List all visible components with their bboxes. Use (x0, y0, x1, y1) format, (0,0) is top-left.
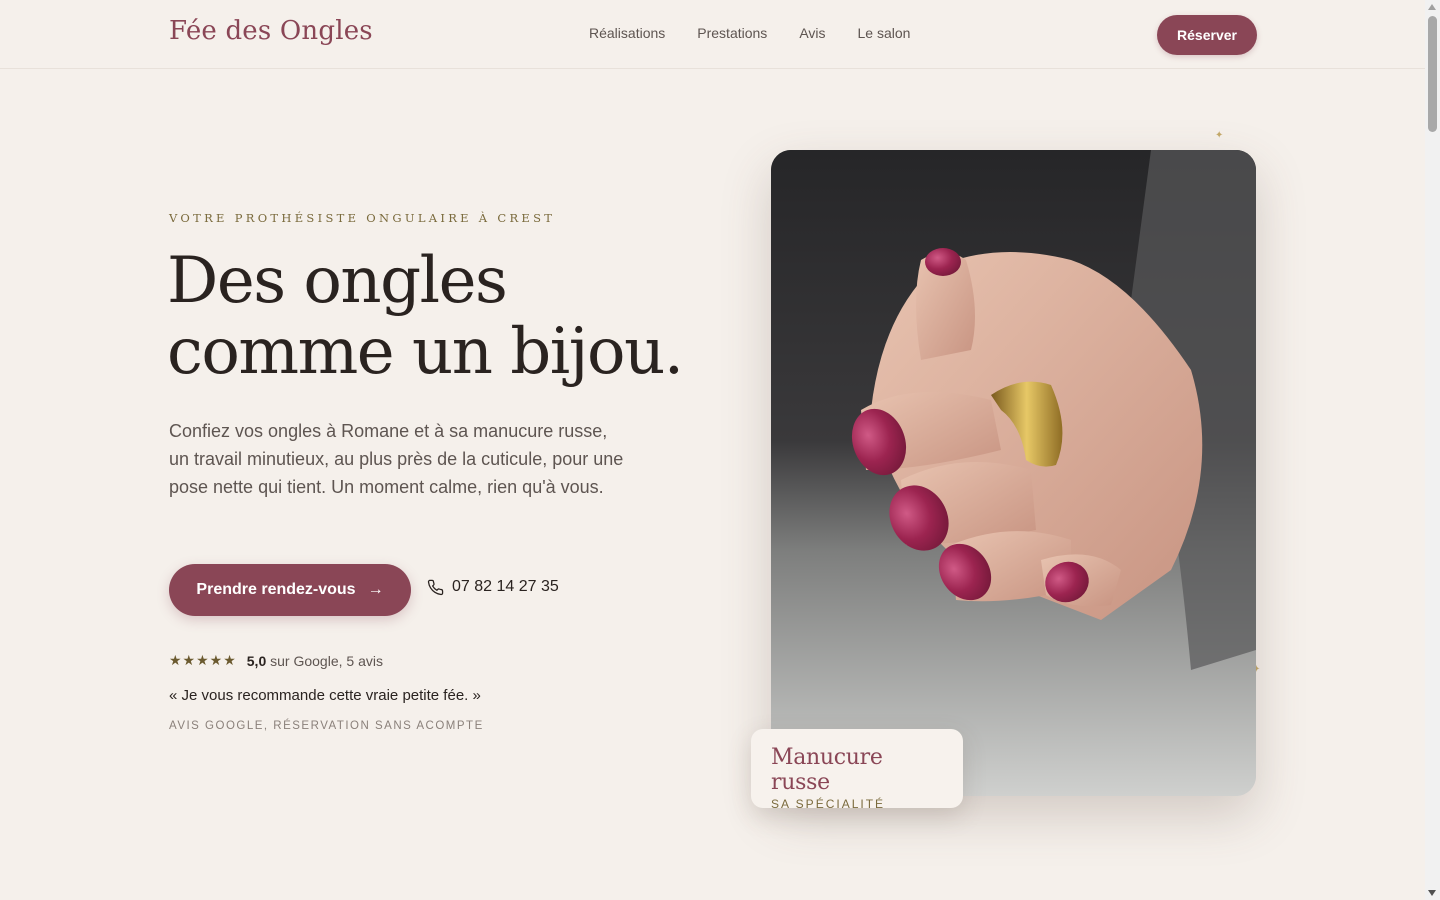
hero-title: Des ongles comme un bijou. (167, 246, 767, 388)
book-appointment-button[interactable]: Prendre rendez-vous → (169, 564, 411, 616)
phone-link[interactable]: 07 82 14 27 35 (427, 578, 559, 596)
site-header: Fée des Ongles Réalisations Prestations … (0, 0, 1425, 69)
scroll-thumb[interactable] (1428, 16, 1437, 132)
badge-title: Manucure russe (771, 745, 883, 795)
hero-title-line2: comme un bijou. (167, 315, 684, 389)
sparkle-icon: ✦ (1215, 130, 1224, 141)
badge-subtitle: SA SPÉCIALITÉ (771, 797, 886, 811)
rating-text: sur Google, 5 avis (270, 652, 383, 669)
reserve-button[interactable]: Réserver (1157, 15, 1257, 55)
phone-number: 07 82 14 27 35 (452, 578, 559, 595)
nav-item-prestations[interactable]: Prestations (697, 25, 767, 41)
review-quote: « Je vous recommande cette vraie petite … (169, 687, 481, 704)
manicure-hand-image (771, 150, 1256, 796)
scroll-up-icon[interactable] (1428, 4, 1436, 10)
hero-title-line1: Des ongles (167, 244, 508, 318)
nav-item-avis[interactable]: Avis (799, 25, 825, 41)
book-appointment-label: Prendre rendez-vous (196, 581, 356, 598)
google-rating: ★★★★★ 5,0 sur Google, 5 avis (169, 652, 383, 669)
review-source: AVIS GOOGLE, RÉSERVATION SANS ACOMPTE (169, 720, 484, 732)
scroll-down-icon[interactable] (1428, 890, 1436, 896)
rating-score: 5,0 (246, 652, 267, 669)
site-logo[interactable]: Fée des Ongles (169, 16, 373, 46)
page-scrollbar[interactable] (1425, 0, 1440, 900)
hero-eyebrow: VOTRE PROTHÉSISTE ONGULAIRE À CREST (169, 211, 556, 225)
hero-lead: Confiez vos ongles à Romane et à sa manu… (169, 421, 624, 497)
phone-icon (427, 579, 444, 595)
specialty-badge: Manucure russe SA SPÉCIALITÉ (751, 729, 963, 811)
star-rating-icons: ★★★★★ (169, 652, 237, 668)
arrow-right-icon: → (367, 581, 384, 598)
nav-item-realisations[interactable]: Réalisations (589, 25, 665, 41)
main-nav: Réalisations Prestations Avis Le salon (589, 25, 942, 41)
hero-photo (771, 150, 1256, 796)
nav-item-le-salon[interactable]: Le salon (858, 25, 911, 41)
